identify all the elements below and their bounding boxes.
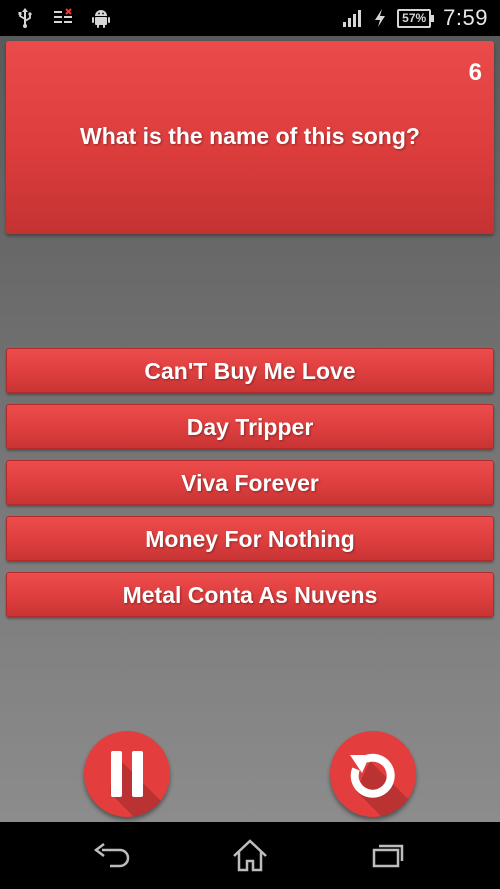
status-bar: 57% 7:59 [0, 0, 500, 36]
battery-indicator: 57% [397, 8, 435, 28]
clock: 7:59 [443, 5, 488, 30]
recents-button[interactable] [366, 836, 410, 876]
back-icon [93, 843, 130, 868]
pause-icon [110, 751, 170, 817]
pause-button[interactable] [84, 731, 170, 817]
answer-button-2[interactable]: Day Tripper [6, 404, 494, 449]
notification-icon [54, 8, 72, 23]
app-body: 6 What is the name of this song? Can'T B… [0, 36, 500, 822]
answer-button-4[interactable]: Money For Nothing [6, 516, 494, 561]
screen: 57% 7:59 6 What is the name of this song… [0, 0, 500, 889]
signal-icon [343, 10, 362, 27]
question-text: What is the name of this song? [80, 123, 420, 149]
home-button[interactable] [228, 836, 272, 876]
usb-icon [18, 8, 32, 28]
recents-icon [372, 844, 404, 868]
back-button[interactable] [90, 836, 134, 876]
answer-button-1[interactable]: Can'T Buy Me Love [6, 348, 494, 393]
android-icon [92, 10, 110, 28]
notification-icons [14, 6, 112, 30]
answer-button-3[interactable]: Viva Forever [6, 460, 494, 505]
question-card: 6 What is the name of this song? [6, 41, 494, 234]
home-icon [233, 839, 267, 872]
replay-icon [350, 753, 416, 817]
answer-button-5[interactable]: Metal Conta As Nuvens [6, 572, 494, 617]
navigation-bar [0, 822, 500, 889]
system-icons: 57% 7:59 [341, 4, 488, 32]
charging-icon [375, 9, 386, 27]
answer-list: Can'T Buy Me Love Day Tripper Viva Forev… [6, 348, 494, 628]
question-number: 6 [468, 59, 482, 86]
replay-button[interactable] [330, 731, 416, 817]
